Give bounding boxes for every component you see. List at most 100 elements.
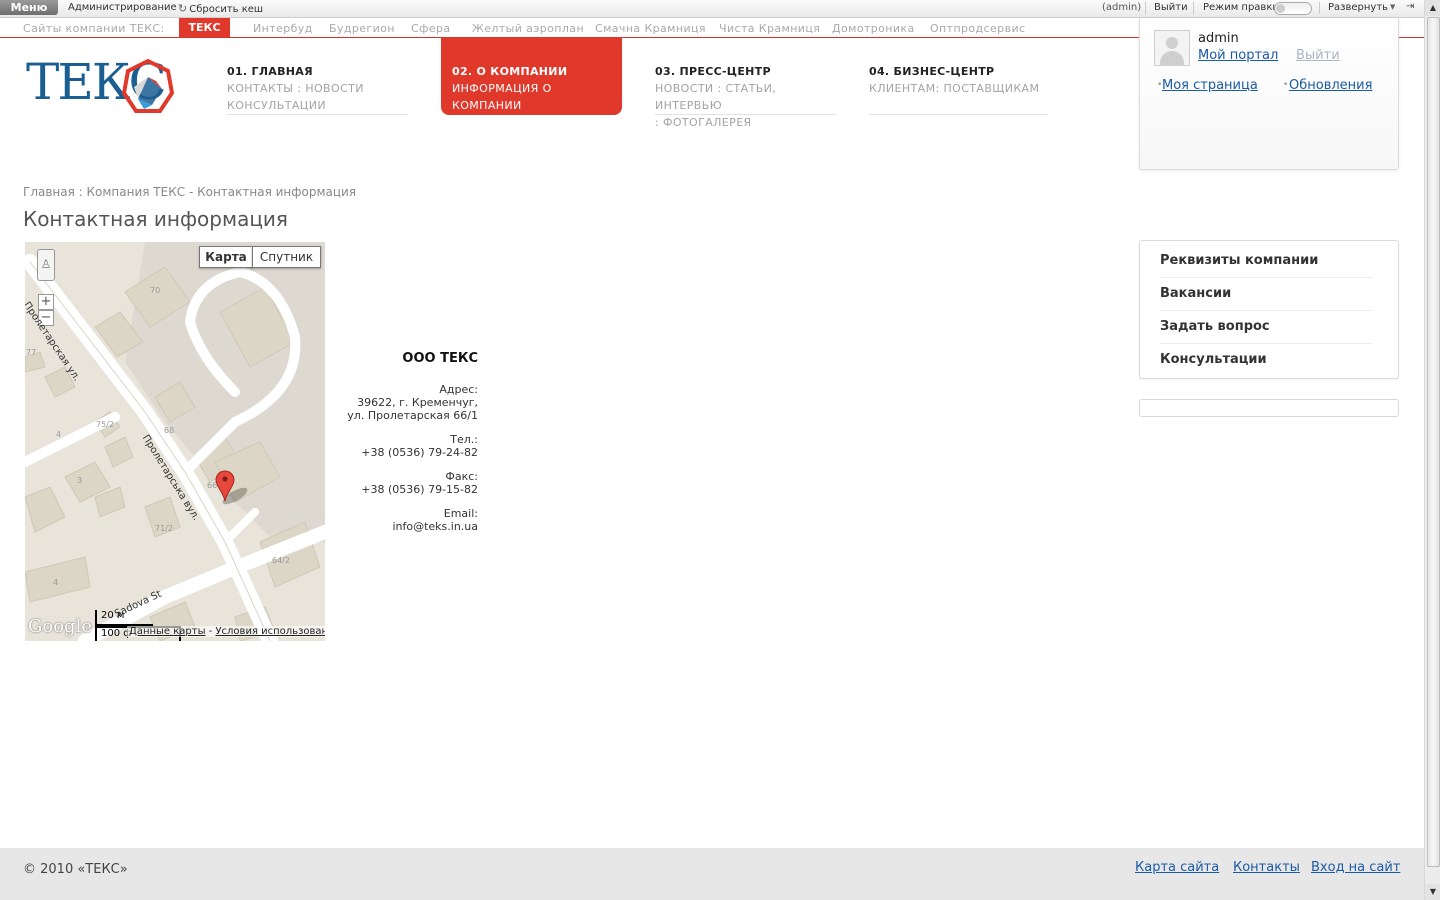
address-label: Адрес: [439, 383, 478, 396]
sidebar-item-vacancies[interactable]: Вакансии [1160, 277, 1372, 311]
menu-button[interactable]: Меню [0, 0, 58, 15]
nav-subitems[interactable]: НОВОСТИ : СТАТЬИ, ИНТЕРВЬЮ [655, 80, 836, 114]
nav-title[interactable]: 02. О КОМПАНИИ [452, 65, 622, 78]
nav-subitems[interactable]: : ФОТОГАЛЕРЕЯ [655, 114, 836, 131]
toolbar-logout-link[interactable]: Выйти [1154, 2, 1188, 13]
edit-mode-label: Режим правки [1203, 2, 1279, 13]
site-link[interactable]: Желтый аэроплан [472, 22, 584, 35]
nav-business-center[interactable]: 04. БИЗНЕС-ЦЕНТР КЛИЕНТАМ: ПОСТАВЩИКАМ [869, 62, 1048, 115]
map-data-link[interactable]: Данные карты [129, 626, 205, 637]
map-canvas[interactable] [25, 242, 325, 641]
fax-value: +38 (0536) 79-15-82 [361, 483, 478, 496]
site-link[interactable]: Смачна Крамниця [595, 22, 706, 35]
map-attribution: Данные карты - Условия использования [127, 626, 325, 637]
sidebar-item-company-details[interactable]: Реквизиты компании [1160, 244, 1372, 278]
avatar[interactable] [1154, 30, 1190, 66]
reset-cache-label: Сбросить кеш [189, 4, 264, 15]
page-title: Контактная информация [23, 207, 288, 231]
phone-label: Тел.: [450, 433, 478, 446]
expand-button[interactable]: Развернуть ▼ [1328, 2, 1395, 13]
address-value: ул. Пролетарская 66/1 [347, 409, 478, 422]
house-number: 70 [150, 286, 161, 295]
toggle-knob [1276, 4, 1285, 13]
house-number: 71/2 [155, 524, 173, 533]
zoom-in-button[interactable]: + [38, 294, 54, 310]
login-link[interactable]: Вход на сайт [1311, 860, 1400, 875]
nav-underline [227, 114, 408, 115]
site-link[interactable]: Сфера [411, 22, 451, 35]
company-sites-label: Сайты компании ТЕКС: [23, 22, 165, 35]
nav-title[interactable]: 04. БИЗНЕС-ЦЕНТР [869, 65, 1048, 78]
admin-toolbar: Меню Администрирование ↻ Сбросить кеш (ad… [0, 0, 1424, 18]
site-link[interactable]: Домотроника [832, 22, 915, 35]
refresh-icon: ↻ [178, 2, 188, 15]
breadcrumb-company[interactable]: Компания ТЕКС [87, 185, 186, 199]
google-logo: Google [28, 616, 92, 637]
map-marker-icon[interactable] [215, 468, 255, 508]
sidebar-item-consultations[interactable]: Консультации [1160, 343, 1372, 376]
sidebar-menu: Реквизиты компании Вакансии Задать вопро… [1139, 240, 1399, 379]
nav-title[interactable]: 03. ПРЕСС-ЦЕНТР [655, 65, 836, 78]
scroll-down-arrow[interactable]: ▼ [1425, 884, 1440, 900]
sidebar-item-ask-question[interactable]: Задать вопрос [1160, 310, 1372, 344]
nav-underline [655, 114, 836, 115]
nav-subitems[interactable]: КОНСУЛЬТАЦИИ [227, 97, 408, 114]
nav-subitems[interactable]: ИНФОРМАЦИЯ О КОМПАНИИ [452, 80, 622, 114]
toolbar-divider [1193, 2, 1194, 14]
footer: © 2010 «ТЕКС» Карта сайта Контакты Вход … [0, 848, 1424, 900]
map-type-satellite-button[interactable]: Спутник [252, 246, 321, 268]
house-number: 64/2 [272, 556, 290, 565]
nav-about-company[interactable]: 02. О КОМПАНИИ ИНФОРМАЦИЯ О КОМПАНИИ КОН… [441, 37, 622, 129]
toolbar-divider [1319, 2, 1320, 14]
company-name: ООО ТЕКС [402, 351, 478, 366]
terms-of-use-link[interactable]: Условия использования [215, 626, 325, 637]
site-link[interactable]: Интербуд [253, 22, 313, 35]
user-panel: admin Мой портал Выйти • Моя страница • … [1139, 18, 1399, 170]
contacts-link[interactable]: Контакты [1233, 860, 1300, 875]
avatar-body-shape [1160, 51, 1184, 65]
edit-mode-toggle[interactable] [1274, 2, 1312, 15]
site-link-teks[interactable]: ТЕКС [179, 18, 230, 37]
updates-link[interactable]: Обновления [1289, 78, 1372, 93]
sidebar-empty-box [1139, 399, 1399, 417]
nav-subitems[interactable]: КОНТАКТЫ : КАРЬЕРА [452, 114, 622, 131]
nav-title[interactable]: 01. ГЛАВНАЯ [227, 65, 408, 78]
logout-link[interactable]: Выйти [1296, 48, 1340, 63]
phone-value: +38 (0536) 79-24-82 [361, 446, 478, 459]
nav-subitems[interactable]: КЛИЕНТАМ: ПОСТАВЩИКАМ [869, 80, 1048, 97]
site-link[interactable]: Будрегион [329, 22, 395, 35]
contact-info-block: ООО ТЕКС Адрес: 39622, г. Кременчуг, ул.… [330, 352, 478, 544]
reset-cache-button[interactable]: ↻ Сбросить кеш [178, 2, 263, 15]
nav-subitems[interactable]: КОНТАКТЫ : НОВОСТИ [227, 80, 408, 97]
vertical-scrollbar[interactable]: ▲ ▼ [1424, 0, 1440, 900]
bullet-icon: • [1283, 80, 1289, 90]
admin-username: (admin) [1102, 2, 1142, 13]
administration-link[interactable]: Администрирование [68, 2, 177, 13]
my-page-link[interactable]: Моя страница [1162, 78, 1258, 93]
address-value: 39622, г. Кременчуг, [357, 396, 478, 409]
email-value[interactable]: info@teks.in.ua [330, 520, 478, 533]
nav-main[interactable]: 01. ГЛАВНАЯ КОНТАКТЫ : НОВОСТИ КОНСУЛЬТА… [227, 62, 408, 115]
location-map[interactable]: Карта Спутник ♙ + − Пролетарская ул. Про… [25, 242, 325, 641]
nav-press-center[interactable]: 03. ПРЕСС-ЦЕНТР НОВОСТИ : СТАТЬИ, ИНТЕРВ… [655, 62, 836, 129]
copyright: © 2010 «ТЕКС» [23, 862, 128, 877]
breadcrumb-separator: : [74, 185, 87, 199]
my-portal-link[interactable]: Мой портал [1198, 48, 1278, 63]
breadcrumb-separator: - [185, 185, 198, 199]
site-link[interactable]: Оптпродсервис [930, 22, 1025, 35]
pin-icon[interactable]: ⇥ [1406, 1, 1414, 12]
scroll-up-arrow[interactable]: ▲ [1425, 0, 1440, 16]
avatar-head-shape [1166, 37, 1178, 49]
logo-mark-icon [122, 59, 174, 113]
house-number: 3 [77, 476, 83, 485]
map-attribution-separator: - [205, 626, 216, 637]
breadcrumb-home[interactable]: Главная [23, 185, 75, 199]
fax-label: Факс: [445, 470, 478, 483]
sitemap-link[interactable]: Карта сайта [1135, 860, 1219, 875]
pegman-icon[interactable]: ♙ [37, 249, 55, 281]
map-type-map-button[interactable]: Карта [199, 246, 253, 268]
nav-underline [869, 114, 1048, 115]
site-logo[interactable]: ТЕКС [26, 53, 176, 115]
scroll-thumb[interactable] [1427, 17, 1440, 867]
site-link[interactable]: Чиста Крамниця [719, 22, 820, 35]
